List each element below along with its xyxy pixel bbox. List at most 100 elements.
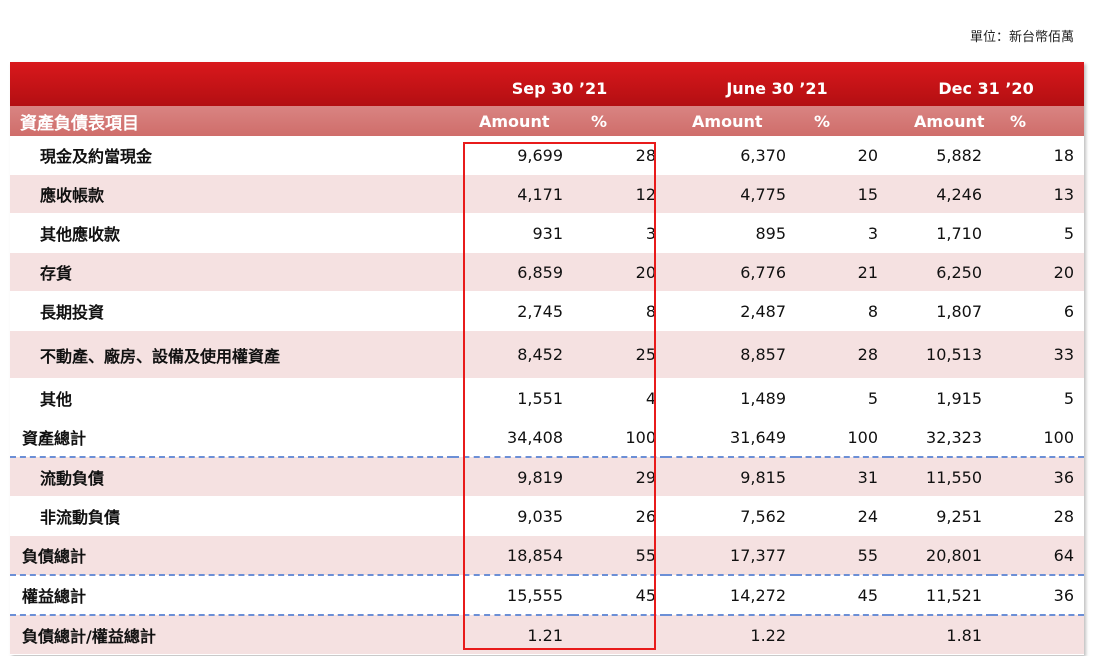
amount-cell: 9,819	[453, 457, 573, 497]
amount-cell: 8,452	[453, 330, 573, 379]
table-row: 其他應收款 931 3 895 3 1,710 5	[10, 213, 1085, 253]
period-header-sep21: Sep 30 ’21	[511, 78, 608, 98]
amount-cell: 6,370	[666, 136, 797, 175]
amount-cell: 2,487	[666, 291, 797, 331]
amount-cell: 4,246	[888, 174, 993, 214]
row-label: 其他應收款	[10, 213, 453, 253]
pct-cell: 29	[573, 457, 667, 497]
pct-cell: 64	[992, 535, 1085, 576]
pct-cell	[796, 615, 889, 655]
table-row: 應收帳款 4,171 12 4,775 15 4,246 13	[10, 174, 1085, 214]
amount-header: Amount	[692, 111, 763, 131]
pct-cell: 55	[796, 535, 889, 576]
amount-cell: 1,551	[453, 378, 573, 418]
item-column-header: 資產負債表項目	[20, 113, 139, 134]
pct-cell: 3	[573, 213, 667, 253]
pct-cell: 24	[796, 496, 889, 536]
amount-cell: 9,251	[888, 496, 993, 536]
amount-cell: 20,801	[888, 535, 993, 576]
amount-cell: 32,323	[888, 417, 993, 458]
pct-cell: 28	[992, 496, 1085, 536]
pct-cell: 8	[573, 291, 667, 331]
table-row: 存貨 6,859 20 6,776 21 6,250 20	[10, 252, 1085, 292]
amount-cell: 11,521	[888, 575, 993, 616]
amount-cell: 15,555	[453, 575, 573, 616]
pct-cell: 100	[796, 417, 889, 458]
pct-cell: 6	[992, 291, 1085, 331]
period-header-jun21: June 30 ’21	[726, 78, 828, 98]
amount-cell: 895	[666, 213, 797, 253]
amount-cell: 1,807	[888, 291, 993, 331]
pct-cell: 5	[796, 378, 889, 418]
amount-cell: 1.22	[666, 615, 797, 655]
pct-cell: 13	[992, 174, 1085, 214]
amount-cell: 8,857	[666, 330, 797, 379]
pct-cell: 31	[796, 457, 889, 497]
pct-cell: 100	[992, 417, 1085, 458]
row-label: 其他	[10, 378, 453, 418]
pct-cell: 18	[992, 136, 1085, 175]
total-row: 負債總計 18,854 55 17,377 55 20,801 64	[10, 535, 1085, 576]
row-label: 負債總計	[10, 535, 453, 576]
pct-cell: 28	[796, 330, 889, 379]
amount-cell: 5,882	[888, 136, 993, 175]
amount-cell: 34,408	[453, 417, 573, 458]
pct-cell: 36	[992, 575, 1085, 616]
amount-cell: 4,775	[666, 174, 797, 214]
row-label: 不動產、廠房、設備及使用權資產	[10, 330, 453, 379]
amount-cell: 6,250	[888, 252, 993, 292]
pct-cell	[573, 615, 667, 655]
amount-cell: 10,513	[888, 330, 993, 379]
total-row: 權益總計 15,555 45 14,272 45 11,521 36	[10, 575, 1085, 616]
pct-cell: 5	[992, 213, 1085, 253]
table-row: 流動負債 9,819 29 9,815 31 11,550 36	[10, 457, 1085, 497]
table-row: 非流動負債 9,035 26 7,562 24 9,251 28	[10, 496, 1085, 536]
pct-cell: 45	[573, 575, 667, 616]
pct-cell: 20	[992, 252, 1085, 292]
row-label: 權益總計	[10, 575, 453, 616]
row-label: 現金及約當現金	[10, 136, 453, 175]
pct-cell: 5	[992, 378, 1085, 418]
row-label: 非流動負債	[10, 496, 453, 536]
amount-header: Amount	[479, 111, 550, 131]
period-header-row: Sep 30 ’21 June 30 ’21 Dec 31 ’20	[10, 62, 1085, 106]
pct-cell	[992, 615, 1085, 655]
pct-header: %	[591, 111, 608, 131]
row-label: 流動負債	[10, 457, 453, 497]
pct-cell: 21	[796, 252, 889, 292]
row-label: 應收帳款	[10, 174, 453, 214]
row-label: 負債總計/權益總計	[10, 615, 453, 655]
amount-cell: 31,649	[666, 417, 797, 458]
row-label: 長期投資	[10, 291, 453, 331]
period-header-dec20: Dec 31 ’20	[938, 78, 1034, 98]
amount-cell: 4,171	[453, 174, 573, 214]
amount-cell: 1,489	[666, 378, 797, 418]
pct-cell: 36	[992, 457, 1085, 497]
unit-label: 單位：新台幣佰萬	[969, 30, 1074, 45]
amount-cell: 931	[453, 213, 573, 253]
table-row: 長期投資 2,745 8 2,487 8 1,807 6	[10, 291, 1085, 331]
balance-sheet-table: Sep 30 ’21 June 30 ’21 Dec 31 ’20 資產負債表項…	[10, 62, 1085, 655]
pct-cell: 55	[573, 535, 667, 576]
amount-cell: 18,854	[453, 535, 573, 576]
pct-cell: 25	[573, 330, 667, 379]
amount-cell: 1.81	[888, 615, 993, 655]
amount-cell: 14,272	[666, 575, 797, 616]
pct-cell: 20	[573, 252, 667, 292]
pct-cell: 3	[796, 213, 889, 253]
pct-cell: 12	[573, 174, 667, 214]
amount-cell: 7,562	[666, 496, 797, 536]
amount-cell: 9,699	[453, 136, 573, 175]
amount-cell: 6,776	[666, 252, 797, 292]
total-row: 資產總計 34,408 100 31,649 100 32,323 100	[10, 417, 1085, 458]
amount-cell: 2,745	[453, 291, 573, 331]
pct-cell: 26	[573, 496, 667, 536]
amount-cell: 1.21	[453, 615, 573, 655]
amount-cell: 9,815	[666, 457, 797, 497]
amount-cell: 1,710	[888, 213, 993, 253]
ratio-row: 負債總計/權益總計 1.21 1.22 1.81	[10, 615, 1085, 655]
amount-cell: 1,915	[888, 378, 993, 418]
pct-cell: 8	[796, 291, 889, 331]
amount-cell: 11,550	[888, 457, 993, 497]
amount-cell: 17,377	[666, 535, 797, 576]
